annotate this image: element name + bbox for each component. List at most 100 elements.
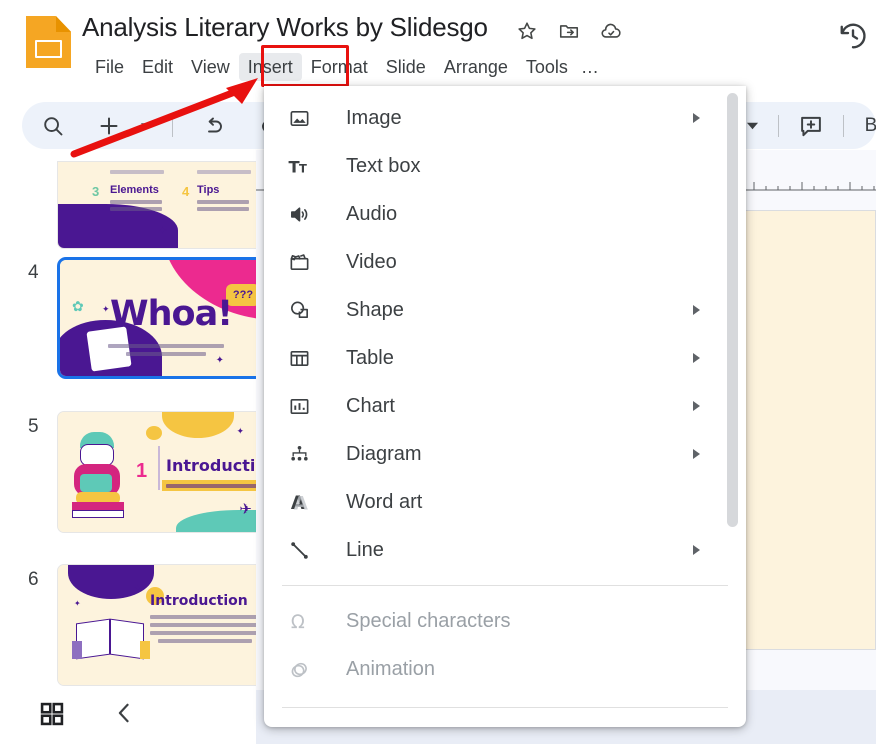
toolbar-divider-1 — [172, 114, 173, 137]
search-icon[interactable] — [40, 113, 66, 139]
shape-icon — [288, 297, 322, 323]
slide-filmstrip[interactable]: 3 Elements 4 Tips ✦ 4 ??? Whoa! ✦ ✦ ✿ 5 … — [0, 158, 256, 686]
thumb-star-3: ✦ — [236, 426, 244, 436]
cloud-saved-icon[interactable] — [600, 20, 622, 42]
word-art-icon: A A — [288, 489, 322, 515]
insert-menu-item-audio[interactable]: Audio — [264, 190, 746, 238]
menu-file[interactable]: File — [86, 53, 133, 81]
menu-bar: File Edit View Insert Format Slide Arran… — [86, 52, 603, 82]
insert-menu-label: Line — [346, 538, 384, 561]
text-box-icon: T T — [288, 153, 322, 179]
insert-menu-item-word-art[interactable]: A A Word art — [264, 478, 746, 526]
background-button[interactable]: B — [862, 113, 876, 139]
insert-menu-label: Word art — [346, 490, 423, 513]
thumb-subtitle-text — [166, 484, 256, 488]
slide-thumbnail[interactable]: Introduction ✦ ✦ — [57, 564, 256, 686]
toolbar-right-group: B — [744, 102, 876, 149]
omega-icon: Ω — [288, 608, 322, 634]
thumb-title: Introduction — [150, 593, 248, 609]
thumb-title-text: Introduction — [166, 456, 256, 475]
chevron-right-icon — [693, 449, 700, 459]
thumb-star-1: ✦ — [102, 304, 110, 314]
thumb-star-4: ✦ — [134, 583, 142, 593]
thumb-body-l2 — [150, 623, 256, 627]
new-slide-dropdown-icon[interactable] — [138, 113, 152, 139]
move-to-folder-icon[interactable] — [558, 20, 580, 42]
thumb-body-1b — [110, 207, 162, 211]
filmstrip-bottom-bar — [0, 686, 256, 744]
chevron-left-icon[interactable] — [110, 698, 138, 728]
thumb-star-2: ✦ — [215, 355, 224, 366]
menu-edit[interactable]: Edit — [133, 53, 182, 81]
star-icon[interactable] — [516, 20, 538, 42]
menu-divider-1 — [282, 585, 728, 586]
menu-format[interactable]: Format — [302, 53, 377, 81]
insert-menu-label: Image — [346, 106, 402, 129]
line-icon — [288, 537, 322, 563]
insert-menu-item-image[interactable]: Image — [264, 94, 746, 142]
slide-thumbnail[interactable]: 1 Introduction ✈ ✦ — [57, 411, 256, 533]
menu-divider-2 — [282, 707, 728, 708]
image-icon — [288, 105, 322, 131]
thumb-body-l1 — [150, 615, 256, 619]
logo-inner-rect — [35, 40, 62, 58]
slide-number-4: 4 — [28, 262, 39, 283]
svg-text:T: T — [299, 161, 307, 175]
menu-view[interactable]: View — [182, 53, 239, 81]
video-icon — [288, 249, 322, 275]
new-slide-icon[interactable] — [96, 113, 122, 139]
thumb-leaf: ✿ — [72, 298, 84, 314]
menu-slide[interactable]: Slide — [377, 53, 435, 81]
insert-dropdown-menu[interactable]: Image T T Text box Audio Video Shape Tab… — [264, 86, 746, 727]
document-title[interactable]: Analysis Literary Works by Slidesgo — [82, 12, 488, 43]
thumb-star: ✦ — [158, 225, 168, 237]
grid-view-icon[interactable] — [38, 700, 66, 728]
slide-number-6: 6 — [28, 569, 39, 590]
insert-menu-item-text-box[interactable]: T T Text box — [264, 142, 746, 190]
thumb-star-5: ✦ — [74, 599, 81, 608]
thumb-body-l4 — [158, 639, 252, 643]
version-history-icon[interactable] — [838, 21, 868, 51]
thumb-body-l3 — [150, 631, 256, 635]
menu-arrange[interactable]: Arrange — [435, 53, 517, 81]
slide-thumbnail[interactable]: 3 Elements 4 Tips ✦ — [57, 161, 256, 249]
google-slides-logo[interactable] — [26, 16, 71, 68]
chevron-right-icon — [693, 113, 700, 123]
slide-thumbnail[interactable]: ??? Whoa! ✦ ✦ ✿ — [57, 257, 256, 379]
insert-menu-item-chart[interactable]: Chart — [264, 382, 746, 430]
logo-fold-shape — [56, 16, 71, 32]
insert-menu-label: Video — [346, 250, 397, 273]
thumb-person-illustration — [72, 432, 128, 518]
insert-menu-label: Shape — [346, 298, 404, 321]
menu-overflow-button[interactable]: … — [577, 54, 603, 81]
insert-menu-item-line[interactable]: Line — [264, 526, 746, 574]
thumb-caption-2 — [197, 170, 251, 174]
animation-icon — [288, 656, 322, 682]
insert-menu-item-shape[interactable]: Shape — [264, 286, 746, 334]
thumb-title: Introduction — [166, 456, 256, 475]
menu-insert[interactable]: Insert — [238, 53, 302, 81]
thumb-yellow-dot — [146, 426, 162, 440]
thumb-bubble-text: ??? — [232, 289, 254, 301]
insert-menu-label: Special characters — [346, 609, 511, 632]
chart-icon — [288, 393, 322, 419]
thumb-title: Whoa! — [110, 294, 233, 334]
thumb-body-line2 — [126, 352, 206, 356]
line-weight-dropdown-icon[interactable] — [744, 113, 760, 139]
insert-menu-item-video[interactable]: Video — [264, 238, 746, 286]
thumb-section-num: 1 — [136, 460, 147, 483]
google-slides-window: Analysis Literary Works by Slidesgo File… — [0, 0, 876, 744]
thumb-divider-line — [158, 446, 160, 490]
add-comment-icon[interactable] — [797, 112, 825, 140]
diagram-icon — [288, 441, 322, 467]
insert-menu-item-table[interactable]: Table — [264, 334, 746, 382]
menu-tools[interactable]: Tools — [517, 53, 577, 81]
insert-menu-label: Chart — [346, 394, 395, 417]
insert-menu-scrollbar[interactable] — [727, 93, 738, 527]
insert-menu-item-diagram[interactable]: Diagram — [264, 430, 746, 478]
undo-icon[interactable] — [201, 113, 227, 139]
thumb-col2-title: Tips — [197, 184, 220, 196]
thumb-col1-title: Elements — [110, 184, 159, 196]
svg-text:A: A — [294, 493, 308, 513]
audio-icon — [288, 201, 322, 227]
